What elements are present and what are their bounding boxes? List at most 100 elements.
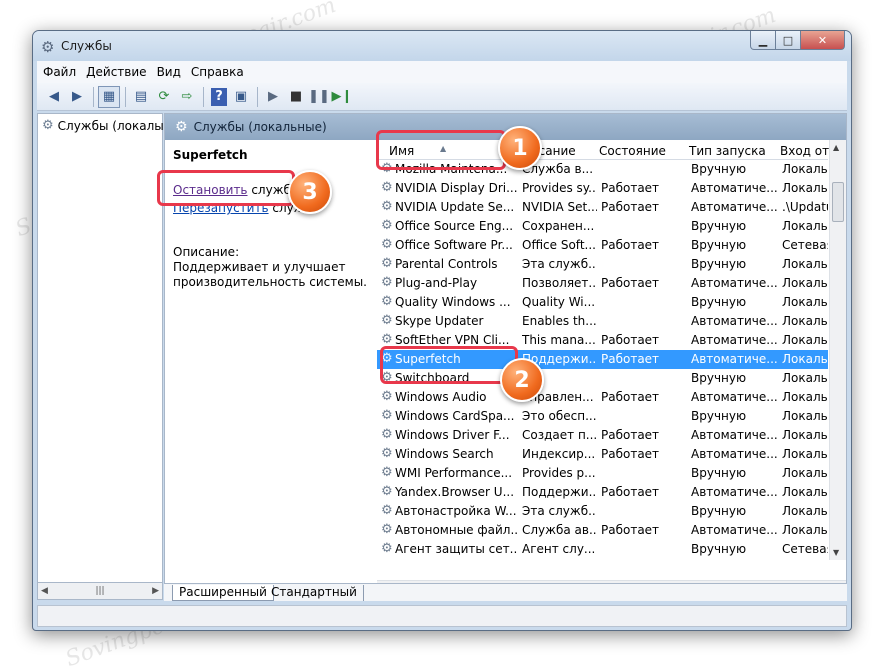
minimize-button[interactable]: ▁ bbox=[750, 31, 776, 50]
service-row[interactable]: ⚙ Windows CardSpa... Это обесп... Вручную Ло… bbox=[377, 407, 828, 426]
service-cell-logon: Локальн bbox=[782, 276, 828, 290]
service-cell-startup: Вручную bbox=[691, 466, 747, 480]
service-cell-name: Skype Updater bbox=[395, 314, 484, 328]
service-row[interactable]: ⚙ Skype Updater Enables th... Автоматиче...… bbox=[377, 312, 828, 331]
service-row[interactable]: ⚙ Office Source Eng... Сохранен... Вручную Л… bbox=[377, 217, 828, 236]
menu-action[interactable]: Действие bbox=[86, 65, 146, 79]
service-row[interactable]: ⚙ Yandex.Browser U... Поддержи... Работает А… bbox=[377, 483, 828, 502]
menu-file[interactable]: Файл bbox=[43, 65, 76, 79]
service-cell-logon: Локальн bbox=[782, 352, 828, 366]
toolbar-separator bbox=[93, 86, 94, 107]
menu-help[interactable]: Справка bbox=[191, 65, 244, 79]
step-badge-2: 2 bbox=[500, 358, 544, 402]
service-cell-name: NVIDIA Display Dri... bbox=[395, 181, 517, 195]
service-cell-state: Работает bbox=[601, 390, 660, 404]
service-cell-state: Работает bbox=[601, 200, 660, 214]
scroll-left-icon[interactable]: ◀ bbox=[41, 586, 48, 596]
pause-icon[interactable]: ❚❚ bbox=[308, 86, 330, 108]
service-row[interactable]: ⚙ Office Software Pr... Office Soft... Рабо… bbox=[377, 236, 828, 255]
play-icon[interactable]: ▶ bbox=[262, 86, 284, 108]
service-cell-startup: Автоматиче... bbox=[691, 333, 777, 347]
service-cell-name: Office Software Pr... bbox=[395, 238, 513, 252]
toolbar-separator bbox=[125, 86, 126, 107]
service-row[interactable]: ⚙ NVIDIA Update Se... NVIDIA Set... Работае… bbox=[377, 198, 828, 217]
tab-extended[interactable]: Расширенный bbox=[172, 585, 274, 601]
service-cell-name: Quality Windows ... bbox=[395, 295, 511, 309]
service-cell-logon: Локальн bbox=[782, 485, 828, 499]
forward-arrow-icon[interactable]: ▶ bbox=[66, 86, 88, 108]
service-cell-name: Plug-and-Play bbox=[395, 276, 478, 290]
status-bar bbox=[37, 605, 847, 627]
column-header-startup[interactable]: Тип запуска bbox=[689, 144, 766, 158]
step-badge-1: 1 bbox=[498, 126, 542, 170]
tree-item-label: Службы (локалы bbox=[57, 118, 164, 133]
scroll-right-icon[interactable]: ▶ bbox=[152, 586, 159, 596]
service-cell-startup: Автоматиче... bbox=[691, 428, 777, 442]
service-row[interactable]: ⚙ WMI Performance... Provides p... Вручную Л… bbox=[377, 464, 828, 483]
service-row[interactable]: ⚙ Parental Controls Эта служб... Вручную Лок… bbox=[377, 255, 828, 274]
scroll-up-icon[interactable]: ▲ bbox=[833, 143, 839, 152]
service-cell-name: Автономные файл... bbox=[395, 523, 517, 537]
export-icon[interactable]: ⇨ bbox=[176, 86, 198, 108]
details-header-title: Службы (локальные) bbox=[193, 120, 327, 134]
refresh-icon[interactable]: ⟳ bbox=[153, 86, 175, 108]
service-cell-name: Автонастройка W... bbox=[395, 504, 517, 518]
service-cell-desc: NVIDIA Set... bbox=[522, 200, 597, 214]
callout-stop-link bbox=[157, 170, 295, 206]
tree-horizontal-scrollbar[interactable]: ◀ ||| ▶ bbox=[37, 583, 163, 600]
service-row[interactable]: ⚙ Агент защиты сет... Агент слу... Вручную С… bbox=[377, 540, 828, 559]
service-row[interactable]: ⚙ Автонастройка W... Эта служб... Вручную Ло… bbox=[377, 502, 828, 521]
toolbar-separator bbox=[257, 86, 258, 107]
service-cell-startup: Вручную bbox=[691, 542, 747, 556]
tree-item-services-local[interactable]: ⚙ Службы (локалы bbox=[42, 118, 164, 133]
service-row[interactable]: ⚙ Windows Audio Управлен... Работает Автомат… bbox=[377, 388, 828, 407]
back-arrow-icon[interactable]: ◀ bbox=[43, 86, 65, 108]
service-row[interactable]: ⚙ Windows Search Индексир... Работает Автома… bbox=[377, 445, 828, 464]
stop-icon[interactable]: ■ bbox=[285, 86, 307, 108]
scroll-down-icon[interactable]: ▼ bbox=[833, 548, 839, 557]
show-tree-icon[interactable]: ▦ bbox=[98, 85, 120, 108]
service-gear-icon: ⚙ bbox=[381, 237, 393, 252]
vertical-scrollbar[interactable]: ▲ ▼ bbox=[829, 140, 846, 560]
view-tabs: Расширенный Стандартный bbox=[164, 583, 847, 601]
service-cell-name: Windows Search bbox=[395, 447, 494, 461]
service-cell-desc: Поддержи... bbox=[522, 485, 597, 499]
service-cell-logon: Локальн bbox=[782, 181, 828, 195]
service-gear-icon: ⚙ bbox=[381, 408, 393, 423]
service-cell-desc: Provides sy... bbox=[522, 181, 597, 195]
restart-icon[interactable]: ▶❙ bbox=[331, 86, 353, 108]
close-button[interactable]: ✕ bbox=[801, 31, 845, 50]
service-cell-desc: Индексир... bbox=[522, 447, 596, 461]
menu-view[interactable]: Вид bbox=[157, 65, 181, 79]
properties-icon[interactable]: ▤ bbox=[130, 86, 152, 108]
service-cell-name: Windows Audio bbox=[395, 390, 487, 404]
service-cell-desc: This mana... bbox=[522, 333, 596, 347]
tab-standard[interactable]: Стандартный bbox=[265, 585, 364, 601]
service-cell-logon: Локальн bbox=[782, 371, 828, 385]
service-row[interactable]: ⚙ Windows Driver F... Создает п... Работает… bbox=[377, 426, 828, 445]
service-cell-startup: Автоматиче... bbox=[691, 352, 777, 366]
service-gear-icon: ⚙ bbox=[381, 484, 393, 499]
service-gear-icon: ⚙ bbox=[381, 332, 393, 347]
title-bar[interactable]: ⚙ Службы ▁ □ ✕ bbox=[33, 31, 851, 61]
service-cell-state: Работает bbox=[601, 352, 660, 366]
callout-superfetch-row bbox=[380, 346, 518, 384]
service-cell-startup: Вручную bbox=[691, 162, 747, 176]
service-gear-icon: ⚙ bbox=[381, 218, 393, 233]
service-row[interactable]: ⚙ Автономные файл... Служба ав... Работает А… bbox=[377, 521, 828, 540]
service-cell-logon: .\Updatus bbox=[782, 200, 828, 214]
service-cell-name: Office Source Eng... bbox=[395, 219, 514, 233]
maximize-button[interactable]: □ bbox=[776, 31, 801, 50]
column-header-state[interactable]: Состояние bbox=[599, 144, 666, 158]
vertical-scroll-thumb[interactable] bbox=[832, 182, 844, 222]
service-row[interactable]: ⚙ Plug-and-Play Позволяет... Работает Автома… bbox=[377, 274, 828, 293]
service-row[interactable]: ⚙ NVIDIA Display Dri... Provides sy... Рабо… bbox=[377, 179, 828, 198]
service-cell-desc: Позволяет... bbox=[522, 276, 597, 290]
mmc-icon[interactable]: ▣ bbox=[230, 86, 252, 108]
service-cell-logon: Локальн bbox=[782, 466, 828, 480]
service-cell-desc: Сохранен... bbox=[522, 219, 595, 233]
scroll-grip-icon: ||| bbox=[95, 586, 105, 596]
help-icon[interactable]: ? bbox=[211, 87, 227, 106]
service-row[interactable]: ⚙ Quality Windows ... Quality Wi... Вручную… bbox=[377, 293, 828, 312]
window-title: Службы bbox=[61, 39, 112, 53]
